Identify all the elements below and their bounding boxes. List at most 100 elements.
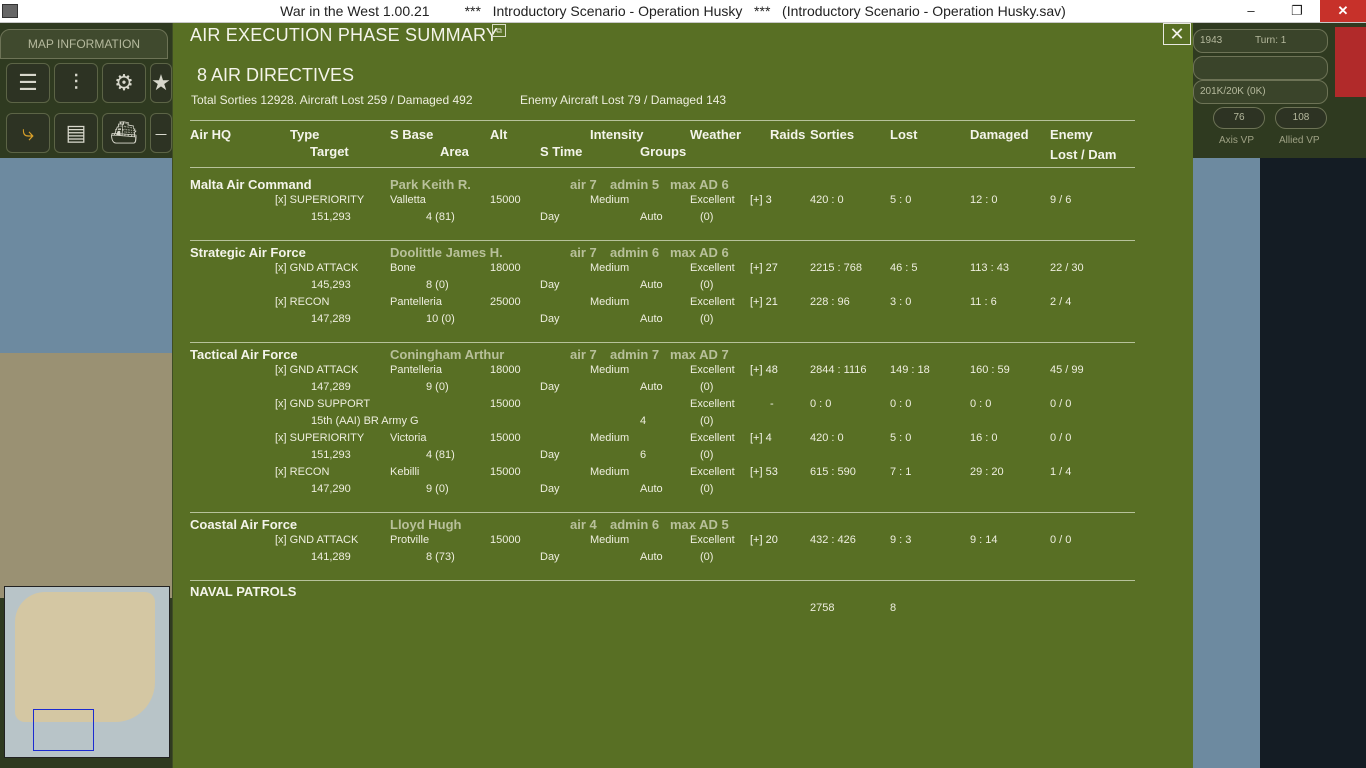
minimap-land [15, 592, 155, 722]
toolbar-misc-icon[interactable]: ⎯ [150, 113, 172, 153]
admin-rating: admin 6 [610, 245, 660, 260]
altitude: 15000 [490, 466, 521, 478]
header-type: Type [290, 127, 320, 142]
enemy-lost-dam: 0 / 0 [1050, 432, 1072, 444]
sorties: 0 : 0 [810, 398, 832, 410]
base-name: Victoria [390, 432, 427, 444]
toolbar-gear-icon[interactable]: ⚙ [102, 63, 146, 103]
close-window-button[interactable]: ✕ [1320, 0, 1366, 22]
toolbar-tank-icon[interactable]: ☰ [6, 63, 50, 103]
turn-field: 1943 Turn: 1 [1193, 29, 1328, 53]
air-rating: air 4 [570, 517, 597, 532]
air-execution-summary-dialog: AIR EXECUTION PHASE SUMMARY ⧉ ✕ 8 AIR DI… [173, 23, 1193, 768]
minimap[interactable] [4, 586, 170, 758]
sorties: 420 : 0 [810, 432, 844, 444]
lost: 5 : 0 [890, 194, 912, 206]
intensity: Medium [590, 262, 630, 274]
minimize-button[interactable]: – [1228, 0, 1274, 22]
expand-icon[interactable]: ⧉ [492, 24, 506, 37]
target: 147,289 [311, 313, 351, 325]
weather: Excellent [690, 262, 735, 274]
damaged: 0 : 0 [970, 398, 992, 410]
allied-vp-label: Allied VP [1279, 135, 1320, 146]
header-groups: Groups [640, 144, 687, 159]
maximize-button[interactable]: ❐ [1274, 0, 1320, 22]
raids-expand[interactable]: [+] 48 [750, 364, 778, 376]
intensity: Medium [590, 194, 630, 206]
mission-type[interactable]: [x] RECON [275, 466, 329, 478]
damaged: 160 : 59 [970, 364, 1010, 376]
area: 9 (0) [426, 483, 449, 495]
toolbar-rail-icon[interactable]: ▤ [54, 113, 98, 153]
area: 4 (81) [426, 449, 455, 461]
weather: Excellent [690, 534, 735, 546]
divider [190, 120, 1135, 121]
header-raids: Raids [770, 127, 806, 142]
nation-flag-icon [1335, 27, 1366, 97]
header-s-base: S Base [390, 127, 434, 142]
map-information-tab[interactable]: MAP INFORMATION [0, 29, 168, 59]
header-s-time: S Time [540, 144, 583, 159]
groups: 6 [640, 449, 647, 461]
total-sorties-summary: Total Sorties 12928. Aircraft Lost 259 /… [191, 93, 473, 107]
max-ad: max AD 7 [670, 347, 729, 362]
admin-rating: admin 6 [610, 517, 660, 532]
weather-modifier: (0) [700, 483, 714, 495]
damaged: 113 : 43 [970, 262, 1009, 274]
header-damaged: Damaged [970, 127, 1029, 142]
target: 147,289 [311, 381, 351, 393]
altitude: 15000 [490, 194, 521, 206]
weather-modifier: (0) [700, 279, 714, 291]
raids-expand[interactable]: [+] 21 [750, 296, 778, 308]
altitude: 18000 [490, 262, 521, 274]
commander-name: Park Keith R. [390, 177, 471, 192]
toolbar-move-icon[interactable]: ⤷ [6, 113, 50, 153]
groups: Auto [640, 313, 663, 325]
air-rating: air 7 [570, 177, 597, 192]
dialog-close-button[interactable]: ✕ [1163, 23, 1191, 45]
area: 8 (73) [426, 551, 455, 563]
header-target: Target [310, 144, 349, 159]
header-weather: Weather [690, 127, 742, 142]
mission-type[interactable]: [x] GND SUPPORT [275, 398, 370, 410]
damaged: 12 : 0 [970, 194, 998, 206]
mission-type[interactable]: [x] GND ATTACK [275, 262, 358, 274]
map-land-left[interactable] [0, 353, 172, 598]
turn-text: Turn: 1 [1255, 35, 1287, 46]
groups: Auto [640, 279, 663, 291]
raids-expand[interactable]: - [770, 398, 774, 410]
raids-expand[interactable]: [+] 4 [750, 432, 772, 444]
intensity: Medium [590, 432, 630, 444]
divider [190, 240, 1135, 241]
mission-type[interactable]: [x] SUPERIORITY [275, 194, 364, 206]
toolbar-star-icon[interactable]: ★ [150, 63, 172, 103]
header-enemy-lost-dam: Lost / Dam [1050, 147, 1117, 162]
divider [190, 580, 1135, 581]
altitude: 15000 [490, 432, 521, 444]
base-name: Pantelleria [390, 364, 442, 376]
raids-expand[interactable]: [+] 3 [750, 194, 772, 206]
toolbar-ship-icon[interactable]: ⛴ [102, 113, 146, 153]
mission-type[interactable]: [x] GND ATTACK [275, 534, 358, 546]
raids-expand[interactable]: [+] 53 [750, 466, 778, 478]
lost: 46 : 5 [890, 262, 918, 274]
axis-vp-value: 76 [1213, 107, 1265, 129]
air-rating: air 7 [570, 245, 597, 260]
minimap-viewport[interactable] [33, 709, 94, 751]
groups: Auto [640, 211, 663, 223]
raids-expand[interactable]: [+] 20 [750, 534, 778, 546]
sorties: 2844 : 1116 [810, 364, 867, 376]
admin-rating: admin 7 [610, 347, 660, 362]
weather-modifier: (0) [700, 211, 714, 223]
strike-time: Day [540, 279, 560, 291]
toolbar-units-icon[interactable]: ⫶ [54, 63, 98, 103]
mission-type[interactable]: [x] GND ATTACK [275, 364, 358, 376]
enemy-losses-summary: Enemy Aircraft Lost 79 / Damaged 143 [520, 93, 727, 107]
mission-type[interactable]: [x] SUPERIORITY [275, 432, 364, 444]
damaged: 9 : 14 [970, 534, 998, 546]
enemy-lost-dam: 9 / 6 [1050, 194, 1072, 206]
mission-type[interactable]: [x] RECON [275, 296, 329, 308]
lost: 149 : 18 [890, 364, 930, 376]
intensity: Medium [590, 364, 630, 376]
raids-expand[interactable]: [+] 27 [750, 262, 778, 274]
